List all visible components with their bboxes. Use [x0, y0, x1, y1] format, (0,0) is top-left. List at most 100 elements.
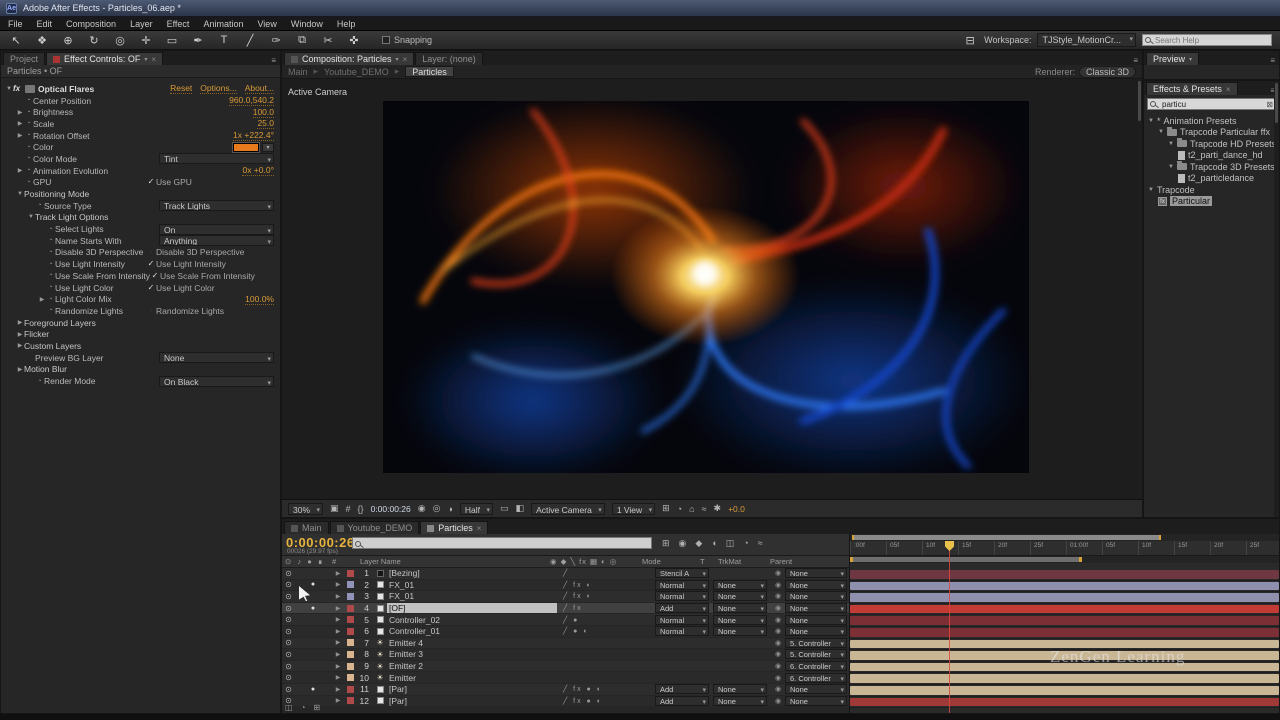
effect-row-motion-blur[interactable]: ▶Motion Blur [1, 364, 280, 376]
timeline-toggle-icon-0[interactable]: ◫ [285, 703, 293, 712]
tree-item-t2-particledance[interactable]: t2_particledance [1144, 173, 1279, 185]
snapshot-icon[interactable]: ◉ [418, 503, 426, 514]
layer-color-chip[interactable] [344, 651, 357, 658]
layer-twirl-icon[interactable]: ▶ [332, 663, 344, 670]
layer-name[interactable]: [Par] [387, 684, 563, 694]
mode-dropdown[interactable]: Normal [655, 615, 709, 625]
stopwatch-icon[interactable]: ◔ [24, 97, 33, 104]
twirl-icon[interactable]: ▶ [16, 120, 24, 127]
timeline-search-input[interactable] [352, 537, 652, 549]
effect-dropdown[interactable]: On Black [159, 376, 274, 387]
twirl-icon[interactable]: ▶ [16, 109, 24, 116]
parent-pickwhip-icon[interactable]: ◉ [771, 650, 785, 658]
layer-visibility-icon[interactable]: ⊙ [282, 592, 295, 601]
parent-dropdown[interactable]: None [785, 684, 847, 694]
effect-row-use-light-color[interactable]: ◔Use Light Color✓Use Light Color [1, 282, 280, 294]
twirl-icon[interactable]: ▼ [27, 214, 35, 220]
flowchart-icon[interactable]: ≈ [702, 504, 707, 514]
stopwatch-icon[interactable]: ◔ [24, 167, 33, 174]
puppet-pin-tool[interactable]: ✜ [346, 34, 362, 47]
layer-visibility-icon[interactable]: ⊙ [282, 638, 295, 647]
mode-dropdown[interactable]: Normal [655, 580, 709, 590]
mode-dropdown[interactable]: Stencil A [655, 568, 709, 578]
menu-animation[interactable]: Animation [203, 19, 243, 29]
effect-row-disable-3d-perspective[interactable]: ◔Disable 3D Perspective·Disable 3D Persp… [1, 247, 280, 259]
layer-color-chip[interactable] [344, 616, 357, 623]
effect-row-randomize-lights[interactable]: ◔Randomize Lights·Randomize Lights [1, 305, 280, 317]
effects-search[interactable]: particu ⊠ [1147, 98, 1276, 110]
layer-visibility-icon[interactable]: ⊙ [282, 615, 295, 624]
checkbox-value[interactable]: ✓Use Light Intensity [146, 259, 274, 269]
layer-duration-bar[interactable] [850, 570, 1279, 579]
time-navigator[interactable] [850, 534, 1279, 541]
checkbox-value[interactable]: ✓Use Scale From Intensity [150, 271, 274, 281]
layer-switches[interactable]: ╱ fx ● ◐ [563, 685, 655, 693]
layer-name[interactable]: Emitter 4 [387, 638, 563, 648]
effect-row-custom-layers[interactable]: ▶Custom Layers [1, 340, 280, 352]
effect-row-preview-bg-layer[interactable]: Preview BG LayerNone [1, 352, 280, 364]
layer-color-chip[interactable] [344, 593, 357, 600]
clone-stamp-tool[interactable]: ✑ [268, 34, 284, 47]
eraser-tool[interactable]: ⧉ [294, 34, 310, 47]
comp-mini-flowchart-icon[interactable]: ⊞ [662, 538, 670, 549]
graph-editor-icon[interactable]: ≈ [758, 538, 763, 549]
close-icon[interactable]: × [1226, 85, 1231, 94]
effect-row-foreground-layers[interactable]: ▶Foreground Layers [1, 317, 280, 329]
layer-name[interactable]: [Par] [387, 696, 563, 706]
timeline-icon[interactable]: ⌂ [689, 504, 694, 514]
layer-twirl-icon[interactable]: ▶ [332, 616, 344, 623]
tl-tab-main[interactable]: Main [284, 521, 329, 534]
mask-visibility-icon[interactable]: {} [358, 504, 364, 514]
parent-pickwhip-icon[interactable]: ◉ [771, 581, 785, 589]
effect-row-brightness[interactable]: ▶◔Brightness100.0 [1, 106, 280, 118]
parent-pickwhip-icon[interactable]: ◉ [771, 569, 785, 577]
layer-color-chip[interactable] [344, 581, 357, 588]
crumb-main[interactable]: Main [288, 67, 308, 77]
layer-switches[interactable]: ╱ ● [563, 616, 655, 624]
effect-row-use-light-intensity[interactable]: ◔Use Light Intensity✓Use Light Intensity [1, 258, 280, 270]
layer-visibility-icon[interactable]: ⊙ [282, 673, 295, 682]
pen-tool[interactable]: ✒ [190, 34, 206, 47]
effect-row-render-mode[interactable]: ◔Render ModeOn Black [1, 375, 280, 387]
checkbox-icon[interactable]: · [146, 306, 156, 316]
parent-dropdown[interactable]: None [785, 591, 847, 601]
tab-preview[interactable]: Preview ▾ [1146, 52, 1199, 65]
effect-row-color-mode[interactable]: ◔Color ModeTint [1, 153, 280, 165]
effect-link-reset[interactable]: Reset [170, 83, 192, 94]
unified-camera-tool[interactable]: ◎ [112, 34, 128, 47]
shape-tool[interactable]: ▭ [164, 34, 180, 47]
mode-dropdown[interactable]: Normal [655, 626, 709, 636]
effect-row-center-position[interactable]: ◔Center Position960.0,540.2 [1, 95, 280, 107]
stopwatch-icon[interactable]: ◔ [35, 202, 44, 209]
parent-dropdown[interactable]: 6. Controller [785, 673, 847, 683]
layer-duration-bar[interactable] [850, 593, 1279, 602]
effect-dropdown[interactable]: On [159, 224, 274, 235]
layer-visibility-icon[interactable]: ⊙ [282, 604, 295, 613]
stopwatch-icon[interactable]: ◔ [46, 296, 55, 303]
composition-viewer[interactable]: Active Camera [282, 79, 1142, 499]
panel-menu-icon[interactable]: ≡ [1133, 56, 1142, 65]
parent-dropdown[interactable]: None [785, 568, 847, 578]
twirl-icon[interactable]: ▶ [16, 319, 24, 326]
trkmat-dropdown[interactable]: None [713, 684, 767, 694]
region-of-interest-icon[interactable]: ▭ [500, 503, 509, 514]
stopwatch-icon[interactable]: ◔ [24, 120, 33, 127]
twirl-icon[interactable]: ▼ [1148, 187, 1154, 193]
menu-file[interactable]: File [8, 19, 23, 29]
layer-visibility-icon[interactable]: ⊙ [282, 650, 295, 659]
parent-pickwhip-icon[interactable]: ◉ [771, 616, 785, 624]
twirl-icon[interactable]: ▼ [1168, 164, 1174, 170]
layer-color-chip[interactable] [344, 663, 357, 670]
layer-visibility-icon[interactable]: ⊙ [282, 662, 295, 671]
effect-row-optical-flares[interactable]: ▼fxOptical FlaresResetOptions...About... [1, 83, 280, 95]
twirl-icon[interactable]: ▶ [38, 296, 46, 303]
hand-tool[interactable]: ❖ [34, 34, 50, 47]
layer-name[interactable]: Emitter 2 [387, 661, 563, 671]
parent-dropdown[interactable]: None [785, 626, 847, 636]
twirl-icon[interactable]: ▶ [16, 331, 24, 338]
parent-pickwhip-icon[interactable]: ◉ [771, 674, 785, 682]
pixel-aspect-icon[interactable]: ⊞ [662, 503, 670, 514]
eyedropper-icon[interactable]: ▾ [262, 143, 274, 152]
twirl-icon[interactable]: ▼ [16, 191, 24, 197]
playhead[interactable] [949, 541, 950, 713]
